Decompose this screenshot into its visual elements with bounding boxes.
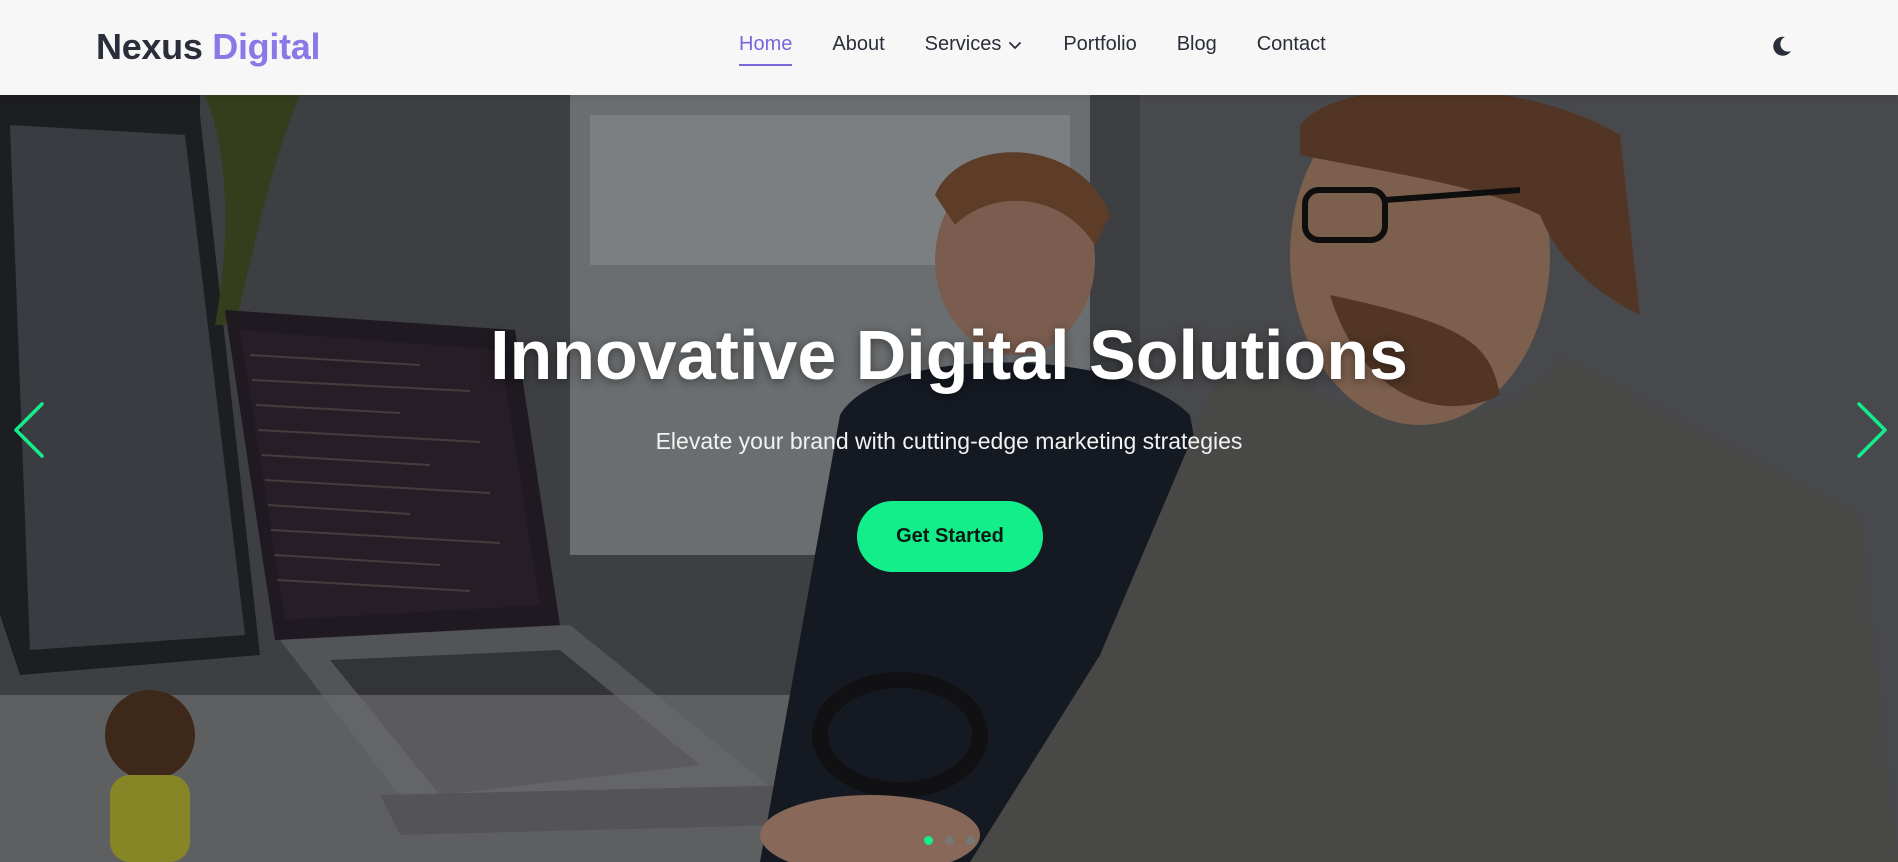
theme-toggle-button[interactable] [1768, 32, 1796, 60]
nav-item-label: About [832, 33, 885, 55]
nav-item-label: Services [924, 33, 1002, 55]
nav-item-blog[interactable]: Blog [1177, 33, 1217, 56]
brand-name-part1: Nexus [96, 26, 203, 67]
nav-item-about[interactable]: About [832, 33, 884, 56]
nav-item-label: Contact [1256, 33, 1326, 55]
hero-subtitle: Elevate your brand with cutting-edge mar… [655, 428, 1243, 454]
hero-carousel: Innovative Digital Solutions Elevate you… [0, 95, 1898, 862]
hero-title: Innovative Digital Solutions [490, 316, 1408, 394]
chevron-left-icon [14, 402, 44, 458]
carousel-dot-2[interactable] [945, 836, 954, 845]
nav-item-services[interactable]: Services [925, 33, 1024, 56]
nav-item-label: Blog [1176, 33, 1217, 55]
carousel-next-button[interactable] [1855, 400, 1889, 460]
moon-icon [1773, 36, 1791, 56]
carousel-pagination [924, 836, 987, 845]
get-started-button[interactable]: Get Started [857, 501, 1043, 572]
brand-name-part2: Digital [212, 26, 321, 67]
carousel-dot-1[interactable] [924, 836, 933, 845]
chevron-right-icon [1857, 402, 1887, 458]
nav-item-label: Portfolio [1063, 33, 1137, 55]
brand-logo[interactable]: Nexus Digital [96, 26, 320, 68]
nav-item-portfolio[interactable]: Portfolio [1063, 33, 1136, 56]
main-nav: Home About Services Portfolio Blog Conta… [739, 33, 1366, 66]
chevron-down-icon [1009, 41, 1022, 49]
carousel-dot-3[interactable] [966, 836, 975, 845]
nav-item-home[interactable]: Home [739, 33, 793, 66]
carousel-prev-button[interactable] [12, 400, 46, 460]
site-header: Nexus Digital Home About Services Portfo… [0, 0, 1898, 95]
hero-dark-overlay [0, 95, 1898, 862]
nav-item-contact[interactable]: Contact [1257, 33, 1326, 56]
nav-item-label: Home [739, 33, 793, 55]
